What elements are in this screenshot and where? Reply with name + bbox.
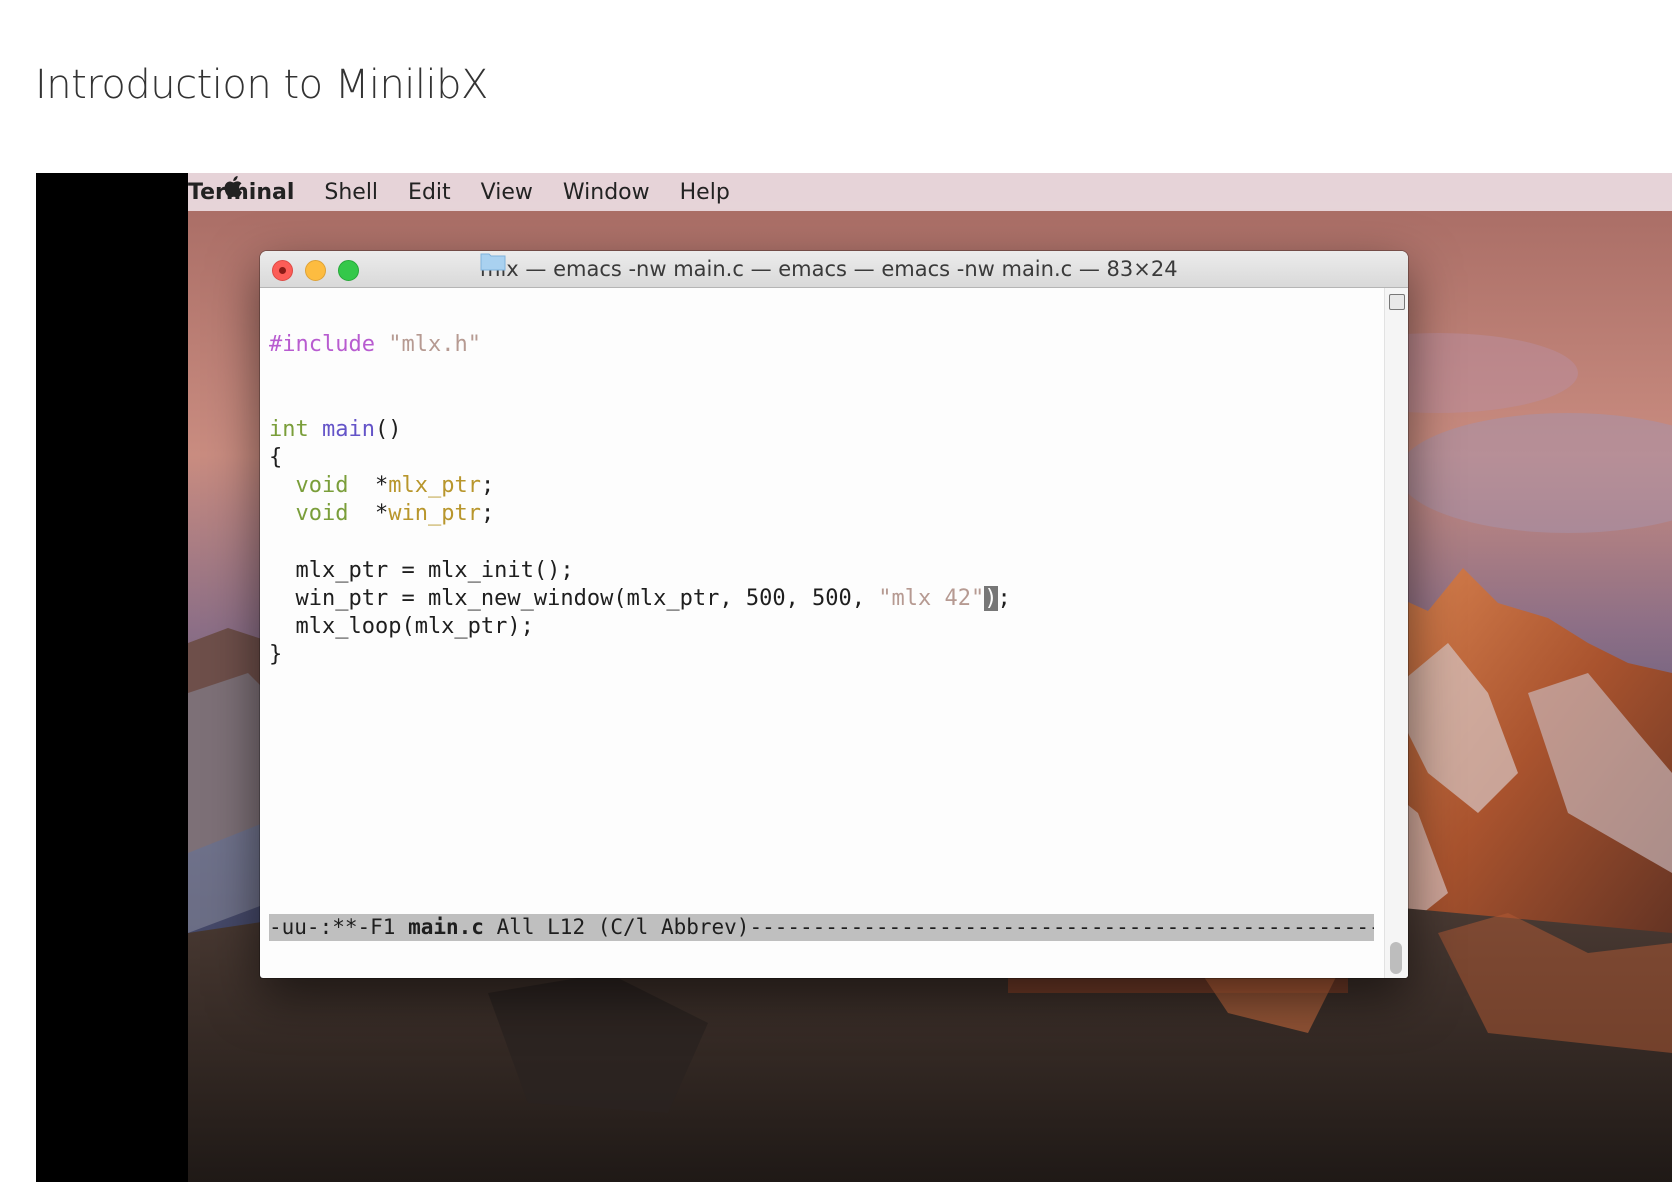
window-title: mlx — emacs -nw main.c — emacs — emacs -… bbox=[480, 251, 1178, 287]
scroll-thumb[interactable] bbox=[1390, 942, 1402, 974]
folder-icon bbox=[480, 253, 506, 271]
code-token: mlx_loop(mlx_ptr); bbox=[269, 614, 534, 640]
code-token: int bbox=[269, 416, 309, 442]
code-line[interactable]: void *mlx_ptr; bbox=[269, 472, 1011, 500]
code-line[interactable]: void *win_ptr; bbox=[269, 500, 1011, 528]
modeline-prefix: -uu-:**-F1 bbox=[269, 915, 409, 939]
code-token: mlx_ptr = mlx_init(); bbox=[269, 557, 574, 583]
menubar: Terminal Shell Edit View Window Help bbox=[188, 173, 1672, 211]
code-line[interactable] bbox=[269, 303, 1011, 331]
code-line[interactable]: } bbox=[269, 641, 1011, 669]
menu-view[interactable]: View bbox=[481, 180, 533, 205]
code-token: win_ptr = mlx_new_window(mlx_ptr, 500, 5… bbox=[269, 585, 879, 611]
code-token: #include bbox=[269, 332, 389, 358]
emacs-modeline: -uu-:**-F1 main.c All L12 (C/l Abbrev)--… bbox=[269, 914, 1374, 941]
code-token: { bbox=[269, 444, 283, 470]
code-token: * bbox=[348, 473, 389, 499]
desktop-wallpaper: Terminal Shell Edit View Window Help mlx… bbox=[188, 173, 1672, 1182]
zoom-button[interactable] bbox=[338, 260, 359, 281]
modeline-filename: main.c bbox=[408, 915, 484, 939]
menu-shell[interactable]: Shell bbox=[324, 180, 378, 205]
modeline-status: All L12 (C/l Abbrev) bbox=[483, 915, 750, 939]
code-token: mlx_ptr bbox=[388, 473, 481, 499]
window-title-text: mlx — emacs -nw main.c — emacs — emacs -… bbox=[480, 257, 1178, 281]
code-line[interactable] bbox=[269, 529, 1011, 557]
code-token: void bbox=[295, 473, 349, 499]
code-line[interactable]: mlx_ptr = mlx_init(); bbox=[269, 557, 1011, 585]
menu-window[interactable]: Window bbox=[563, 180, 650, 205]
close-button[interactable] bbox=[272, 260, 293, 281]
code-token: ; bbox=[480, 473, 495, 499]
code-line[interactable]: { bbox=[269, 444, 1011, 472]
menu-help[interactable]: Help bbox=[680, 180, 730, 205]
terminal-window[interactable]: mlx — emacs -nw main.c — emacs — emacs -… bbox=[260, 251, 1408, 978]
code-line[interactable]: int main() bbox=[269, 416, 1011, 444]
code-token: * bbox=[348, 501, 389, 527]
code-line[interactable] bbox=[269, 359, 1011, 387]
code-token: "mlx.h" bbox=[388, 332, 481, 358]
code-line[interactable]: win_ptr = mlx_new_window(mlx_ptr, 500, 5… bbox=[269, 585, 1011, 613]
code-token: ; bbox=[997, 585, 1011, 611]
code-editor[interactable]: #include "mlx.h" int main(){ void *mlx_pt… bbox=[269, 303, 1011, 669]
code-line[interactable]: mlx_loop(mlx_ptr); bbox=[269, 613, 1011, 641]
video-frame[interactable]: Terminal Shell Edit View Window Help mlx… bbox=[36, 173, 1672, 1182]
code-line[interactable] bbox=[269, 388, 1011, 416]
text-cursor: ) bbox=[984, 585, 998, 611]
apple-icon[interactable] bbox=[220, 173, 248, 201]
minimize-button[interactable] bbox=[305, 260, 326, 281]
code-line[interactable]: #include "mlx.h" bbox=[269, 331, 1011, 359]
code-token: () bbox=[374, 416, 402, 442]
window-titlebar[interactable]: mlx — emacs -nw main.c — emacs — emacs -… bbox=[260, 251, 1408, 288]
menu-edit[interactable]: Edit bbox=[408, 180, 451, 205]
modeline-fill: ----------------------------------------… bbox=[749, 915, 1374, 939]
split-menu-icon[interactable] bbox=[1389, 294, 1405, 310]
code-token: void bbox=[295, 501, 349, 527]
code-token: } bbox=[269, 642, 283, 668]
code-token: win_ptr bbox=[388, 501, 481, 527]
code-token: main bbox=[322, 416, 375, 442]
page-title: Introduction to MinilibX bbox=[35, 62, 488, 108]
code-token: ; bbox=[480, 501, 495, 527]
vertical-scrollbar[interactable] bbox=[1384, 288, 1408, 978]
code-token: "mlx 42" bbox=[878, 585, 985, 611]
